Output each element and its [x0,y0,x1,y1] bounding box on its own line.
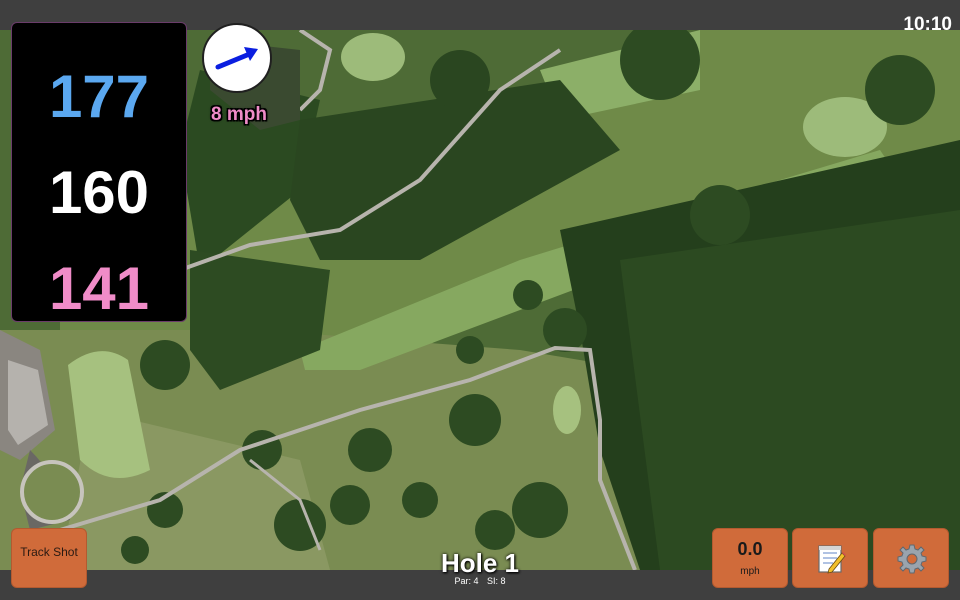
notepad-icon [818,545,846,574]
distance-middle: 160 [48,159,150,226]
speed-unit: mph [740,566,760,577]
wind-speed: 8 mph [211,104,267,125]
wind-direction-dial [202,23,272,93]
speed-button[interactable]: 0.0 mph [712,528,788,588]
distance-panel[interactable]: 177 160 141 [11,22,187,322]
wind-arrow-icon [215,47,258,70]
hole-title: Hole 1 [440,548,520,578]
notes-button[interactable] [792,528,868,588]
settings-button[interactable] [873,528,949,588]
speed-value: 0.0 [737,539,763,559]
hole-stroke-index: SI: 8 [487,576,506,586]
distance-back: 177 [48,63,150,130]
hole-par: Par: 4 [454,576,479,586]
distance-front: 141 [48,255,150,322]
clock: 10:10 [903,14,952,35]
track-shot-button[interactable]: Track Shot [11,528,87,588]
hole-meta: Par: 4 SI: 8 [380,576,580,586]
gear-icon [897,544,927,574]
